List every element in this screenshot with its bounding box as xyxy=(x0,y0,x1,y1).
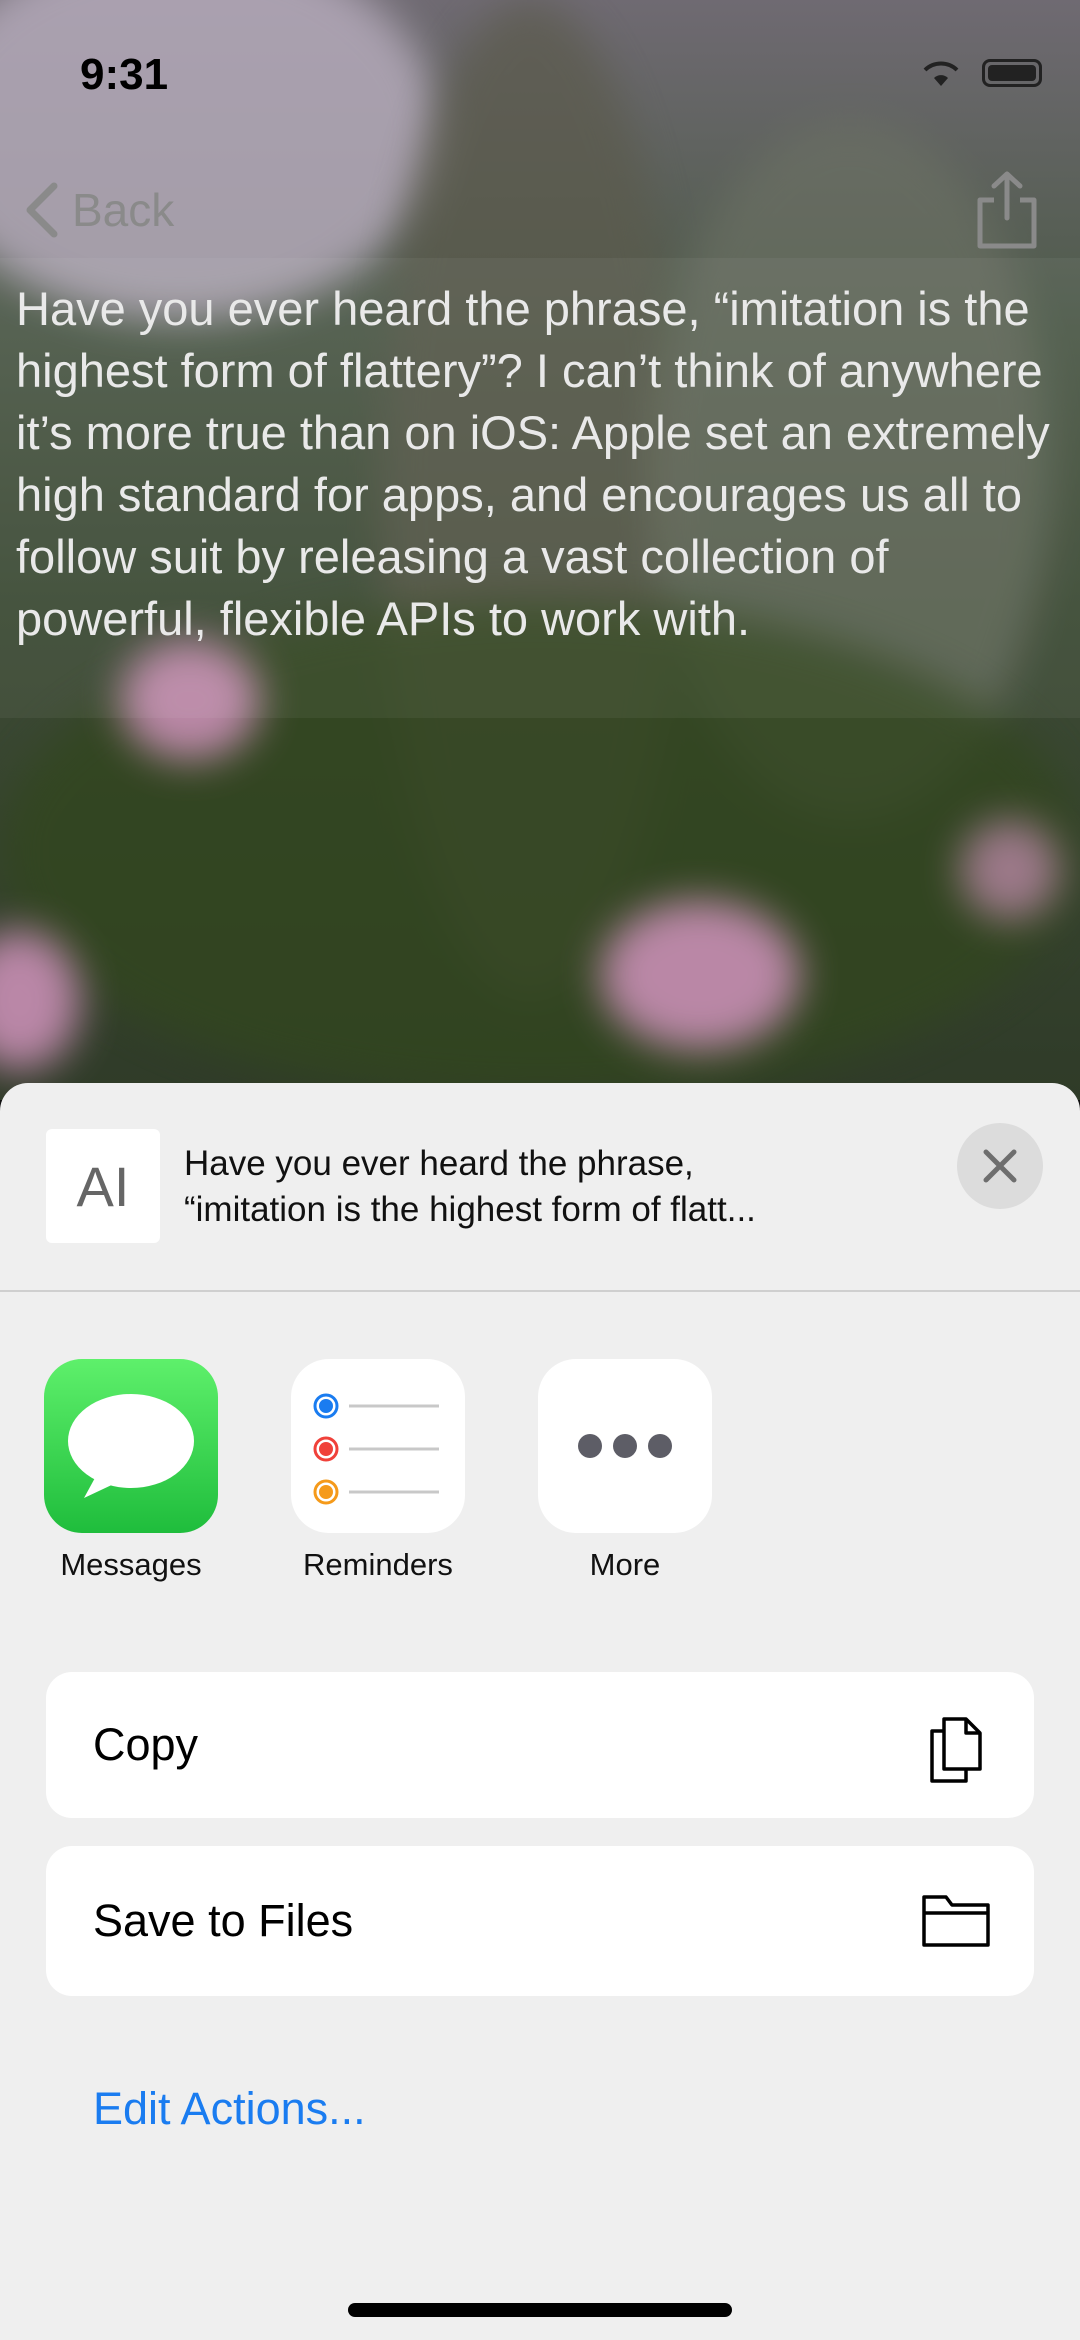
share-preview-header: AI Have you ever heard the phrase, “imit… xyxy=(0,1083,1080,1292)
app-label-reminders: Reminders xyxy=(303,1547,453,1582)
preview-text: Have you ever heard the phrase, “imitati… xyxy=(184,1141,944,1233)
text-thumbnail-glyph: AI xyxy=(76,1154,130,1218)
status-time: 9:31 xyxy=(80,50,169,99)
save-to-files-label: Save to Files xyxy=(93,1895,354,1946)
app-label-messages: Messages xyxy=(60,1547,202,1582)
nav-bar: Back xyxy=(0,160,1080,260)
app-reminders[interactable]: Reminders xyxy=(291,1359,465,1583)
home-indicator[interactable] xyxy=(348,2303,732,2317)
back-button[interactable]: Back xyxy=(22,160,174,260)
article-text: Have you ever heard the phrase, “imitati… xyxy=(16,282,1050,645)
app-label-more: More xyxy=(589,1547,661,1582)
close-icon xyxy=(983,1149,1017,1183)
edit-actions-link[interactable]: Edit Actions... xyxy=(93,2083,366,2135)
app-more[interactable]: More xyxy=(538,1359,712,1583)
messages-icon xyxy=(44,1359,218,1533)
preview-line-1: Have you ever heard the phrase, xyxy=(184,1144,694,1183)
battery-icon xyxy=(982,59,1042,87)
copy-label: Copy xyxy=(93,1719,199,1770)
article-body: Have you ever heard the phrase, “imitati… xyxy=(0,258,1080,718)
app-messages[interactable]: Messages xyxy=(44,1359,218,1583)
save-to-files-action[interactable]: Save to Files xyxy=(46,1846,1034,1996)
share-icon[interactable] xyxy=(972,170,1042,250)
wifi-icon xyxy=(923,61,959,86)
status-bar: 9:31 xyxy=(0,0,1080,150)
copy-icon xyxy=(930,1717,982,1783)
copy-action[interactable]: Copy xyxy=(46,1672,1034,1818)
text-thumbnail: AI xyxy=(46,1129,160,1243)
more-icon xyxy=(538,1359,712,1533)
status-icons xyxy=(920,58,1042,88)
chevron-left-icon xyxy=(26,182,58,238)
share-sheet: AI Have you ever heard the phrase, “imit… xyxy=(0,1083,1080,2340)
share-apps-row: Messages Reminders More xyxy=(0,1359,1080,1599)
reminders-icon xyxy=(291,1359,465,1533)
preview-line-2: “imitation is the highest form of flatt.… xyxy=(184,1190,756,1229)
folder-icon xyxy=(922,1895,990,1947)
back-label: Back xyxy=(72,184,175,236)
close-button[interactable] xyxy=(957,1123,1043,1209)
